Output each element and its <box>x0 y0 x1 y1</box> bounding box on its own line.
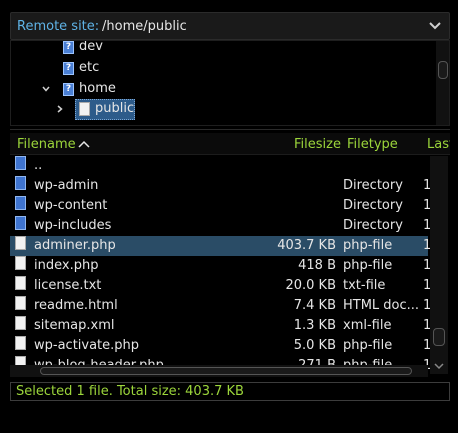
cell-filesize: 7.4 KB <box>293 298 336 313</box>
cell-filename: wp-includes <box>34 218 112 233</box>
tree-scrollbar[interactable] <box>436 41 449 125</box>
pane-divider[interactable] <box>10 129 450 130</box>
scroll-down-icon[interactable] <box>434 361 444 371</box>
tree-item-etc[interactable]: ? etc <box>11 58 431 78</box>
table-row[interactable]: wp-contentDirectory14 <box>10 196 440 216</box>
chevron-down-icon[interactable] <box>427 18 443 34</box>
chevron-right-icon[interactable] <box>55 104 65 114</box>
file-list-hscrollbar[interactable] <box>10 365 428 377</box>
file-list: Filename Filesize Filetype Last .. wp-adm… <box>10 133 450 381</box>
remote-site-bar: Remote site: /home/public <box>10 12 450 40</box>
table-row[interactable]: .. <box>10 156 428 176</box>
cell-filesize: 1.3 KB <box>293 318 336 333</box>
tree-item-label: etc <box>79 60 100 75</box>
unknown-folder-icon: ? <box>63 83 74 96</box>
tree-item-home[interactable]: ? home <box>11 79 431 99</box>
tree-item-dev[interactable]: ? dev <box>11 40 431 57</box>
column-filename[interactable]: Filename <box>17 137 76 152</box>
tree-item-label: home <box>79 81 116 96</box>
remote-site-label: Remote site: <box>17 19 100 34</box>
chevron-down-icon[interactable] <box>41 84 51 94</box>
tree-item-public[interactable]: public <box>11 99 431 120</box>
cell-filetype: HTML doc... <box>343 298 420 313</box>
tree-item-label: dev <box>79 40 103 54</box>
file-icon <box>15 276 26 290</box>
table-row[interactable]: index.php418 Bphp-file15 <box>10 256 440 276</box>
table-row[interactable]: wp-includesDirectory15 <box>10 216 440 236</box>
cell-filetype: php-file <box>343 258 393 273</box>
table-row[interactable]: license.txt20.0 KBtxt-file15 <box>10 276 440 296</box>
cell-filename: license.txt <box>34 278 102 293</box>
folder-icon <box>15 196 26 210</box>
cell-filetype: Directory <box>343 178 403 193</box>
status-bar: Selected 1 file. Total size: 403.7 KB <box>10 382 450 401</box>
folder-icon <box>15 156 26 170</box>
table-row[interactable]: adminer.php403.7 KBphp-file15 <box>10 236 440 256</box>
sort-ascending-icon <box>78 140 90 148</box>
file-icon <box>15 336 26 350</box>
file-list-scrollbar[interactable] <box>430 156 448 374</box>
table-row[interactable]: wp-activate.php5.0 KBphp-file15 <box>10 336 440 356</box>
unknown-folder-icon: ? <box>63 41 74 54</box>
directory-tree: ? dev ? etc ? home public <box>10 40 450 126</box>
cell-filesize: 403.7 KB <box>277 238 336 253</box>
cell-filename: .. <box>34 158 43 173</box>
column-filesize[interactable]: Filesize <box>294 137 341 152</box>
cell-filesize: 20.0 KB <box>285 278 336 293</box>
cell-filetype: Directory <box>343 198 403 213</box>
file-list-header: Filename Filesize Filetype Last <box>10 133 450 155</box>
cell-filename: index.php <box>34 258 99 273</box>
cell-filetype: txt-file <box>343 278 386 293</box>
tree-item-label: public <box>95 101 135 116</box>
file-list-scrollbar-thumb[interactable] <box>433 328 445 346</box>
cell-filename: wp-admin <box>34 178 99 193</box>
folder-icon <box>15 216 26 230</box>
cell-filesize: 5.0 KB <box>293 338 336 353</box>
cell-filetype: php-file <box>343 238 393 253</box>
file-list-hscrollbar-thumb[interactable] <box>40 367 412 375</box>
table-row[interactable]: readme.html7.4 KBHTML doc...15 <box>10 296 440 316</box>
file-folder-icon <box>79 102 90 116</box>
cell-filetype: Directory <box>343 218 403 233</box>
cell-filesize: 418 B <box>298 258 336 273</box>
cell-filename: sitemap.xml <box>34 318 115 333</box>
tree-scrollbar-thumb[interactable] <box>438 61 448 79</box>
file-icon <box>15 236 26 250</box>
file-icon <box>15 296 26 310</box>
unknown-folder-icon: ? <box>63 62 74 75</box>
cell-filename: adminer.php <box>34 238 116 253</box>
remote-path-input[interactable]: /home/public <box>99 16 429 37</box>
cell-filetype: php-file <box>343 338 393 353</box>
file-icon <box>15 316 26 330</box>
column-last-modified[interactable]: Last <box>427 137 450 152</box>
table-row[interactable]: wp-adminDirectory15 <box>10 176 440 196</box>
cell-filename: wp-content <box>34 198 108 213</box>
file-icon <box>15 256 26 270</box>
column-filetype[interactable]: Filetype <box>347 137 398 152</box>
cell-filename: readme.html <box>34 298 118 313</box>
table-row[interactable]: sitemap.xml1.3 KBxml-file15 <box>10 316 440 336</box>
cell-filetype: xml-file <box>343 318 392 333</box>
cell-filename: wp-activate.php <box>34 338 140 353</box>
folder-icon <box>15 176 26 190</box>
